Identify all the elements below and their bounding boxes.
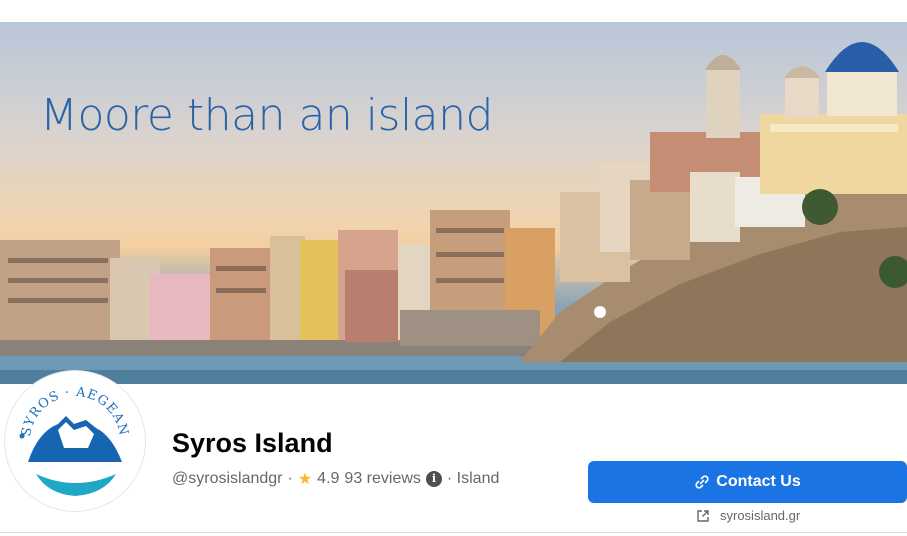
syros-logo-icon: SYROS · AEGEAN SEA	[8, 374, 139, 505]
rating-value[interactable]: 4.9	[317, 470, 339, 488]
star-icon: ★	[297, 471, 313, 488]
website-url: syrosisland.gr	[720, 508, 801, 523]
external-link-icon	[697, 509, 709, 522]
cover-illustration	[0, 42, 907, 384]
reviews-count[interactable]: 93 reviews	[344, 470, 420, 488]
page-category: · Island	[446, 470, 500, 487]
contact-us-label: Contact Us	[716, 473, 801, 490]
website-link[interactable]: syrosisland.gr	[696, 508, 800, 523]
contact-us-button[interactable]: Contact Us	[588, 461, 907, 503]
meta-separator: ·	[287, 470, 293, 487]
page-meta: @syrosislandgr · ★ 4.9 93 reviews i · Is…	[172, 469, 499, 489]
link-icon	[695, 475, 709, 489]
cover-photo[interactable]: Moore than an island	[0, 22, 907, 384]
profile-avatar[interactable]: SYROS · AEGEAN SEA	[5, 371, 145, 511]
cover-tagline: Moore than an island	[40, 90, 493, 141]
page-title: Syros Island	[172, 428, 333, 458]
info-icon[interactable]: i	[425, 471, 442, 487]
page-handle: @syrosislandgr	[172, 470, 283, 487]
header-divider	[0, 532, 907, 533]
